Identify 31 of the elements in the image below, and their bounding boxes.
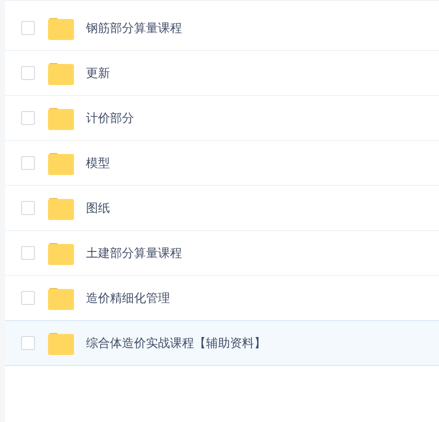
folder-icon bbox=[48, 62, 74, 84]
folder-name[interactable]: 图纸 bbox=[86, 200, 110, 216]
folder-name[interactable]: 造价精细化管理 bbox=[86, 290, 170, 306]
file-row[interactable]: 计价部分 bbox=[5, 96, 439, 141]
file-row[interactable]: 图纸 bbox=[5, 186, 439, 231]
checkbox[interactable] bbox=[21, 291, 35, 305]
checkbox[interactable] bbox=[21, 66, 35, 80]
folder-icon bbox=[48, 16, 74, 40]
folder-name[interactable]: 计价部分 bbox=[86, 110, 134, 126]
folder-name[interactable]: 土建部分算量课程 bbox=[86, 244, 182, 262]
checkbox[interactable] bbox=[21, 201, 35, 215]
folder-name[interactable]: 钢筋部分算量课程 bbox=[86, 20, 182, 36]
folder-icon bbox=[48, 332, 74, 354]
folder-name[interactable]: 更新 bbox=[86, 64, 110, 82]
file-row[interactable]: 更新 bbox=[5, 51, 439, 96]
folder-name[interactable]: 综合体造价实战课程【辅助资料】 bbox=[86, 334, 266, 352]
checkbox[interactable] bbox=[21, 156, 35, 170]
checkbox[interactable] bbox=[21, 336, 35, 350]
file-row[interactable]: 土建部分算量课程 bbox=[5, 231, 439, 276]
file-row[interactable]: 钢筋部分算量课程 bbox=[5, 6, 439, 51]
checkbox[interactable] bbox=[21, 111, 35, 125]
folder-icon bbox=[48, 286, 74, 310]
folder-name[interactable]: 模型 bbox=[86, 154, 110, 172]
file-row[interactable]: 综合体造价实战课程【辅助资料】 bbox=[5, 320, 439, 366]
checkbox[interactable] bbox=[21, 246, 35, 260]
folder-icon bbox=[48, 242, 74, 264]
folder-icon bbox=[48, 152, 74, 174]
file-row[interactable]: 模型 bbox=[5, 141, 439, 186]
folder-icon bbox=[48, 196, 74, 220]
checkbox[interactable] bbox=[21, 21, 35, 35]
folder-icon bbox=[48, 106, 74, 130]
